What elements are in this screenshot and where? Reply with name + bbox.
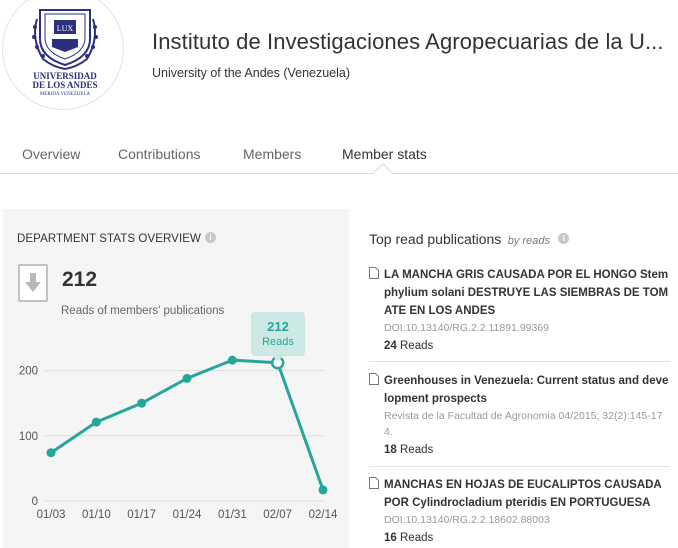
publication-item: Greenhouses in Venezuela: Current status…	[369, 372, 670, 459]
top-publications-panel: Top read publications by reads i LA MANC…	[360, 209, 678, 548]
document-icon	[369, 373, 379, 385]
data-point	[227, 355, 237, 365]
publication-reads: 18 Reads	[384, 441, 670, 459]
tab-members[interactable]: Members	[243, 146, 301, 162]
university-logo[interactable]: LUX UNIVERSIDAD DE LOS ANDES MERIDA VENE…	[2, 0, 124, 110]
publication-item: LA MANCHA GRIS CAUSADA POR EL HONGO Stem…	[369, 266, 670, 355]
document-icon	[369, 267, 379, 279]
publication-title[interactable]: LA MANCHA GRIS CAUSADA POR EL HONGO Stem…	[384, 266, 670, 320]
chart-tooltip: 212 Reads	[251, 312, 305, 362]
tab-contributions[interactable]: Contributions	[118, 146, 201, 162]
publications-heading: Top read publications by reads i	[369, 231, 570, 249]
y-tick-label: 200	[19, 366, 38, 378]
publication-reads: 16 Reads	[384, 529, 670, 547]
divider	[369, 361, 670, 362]
x-tick-label: 01/24	[173, 509, 202, 521]
y-tick-label: 0	[32, 496, 38, 508]
institution-subtitle[interactable]: University of the Andes (Venezuela)	[152, 66, 350, 80]
data-point	[318, 485, 328, 495]
publication-title[interactable]: Greenhouses in Venezuela: Current status…	[384, 372, 670, 408]
svg-text:LUX: LUX	[57, 24, 74, 33]
tab-member-stats[interactable]: Member stats	[342, 146, 427, 162]
publication-reads-count: 18	[384, 444, 397, 456]
x-tick-label: 01/31	[218, 509, 247, 521]
publication-meta: Revista de la Facultad de Agronomia 04/2…	[384, 410, 663, 438]
publication-reads-label: Reads	[400, 444, 434, 456]
publication-reads-label: Reads	[400, 340, 434, 352]
publication-reads-label: Reads	[400, 532, 434, 544]
tooltip-label: Reads	[262, 336, 294, 348]
y-tick-label: 100	[19, 431, 38, 443]
x-tick-label: 02/14	[309, 509, 338, 521]
data-point	[137, 398, 147, 408]
publication-item: MANCHAS EN HOJAS DE EUCALIPTOS CAUSADA P…	[369, 476, 670, 547]
x-tick-label: 01/17	[127, 509, 156, 521]
info-icon[interactable]: i	[558, 233, 570, 245]
tooltip-value: 212	[267, 319, 289, 334]
tab-overview[interactable]: Overview	[22, 146, 80, 162]
tab-bar: Overview Contributions Members Member st…	[0, 138, 678, 174]
publications-sort-label: by reads	[507, 235, 550, 247]
publication-title[interactable]: MANCHAS EN HOJAS DE EUCALIPTOS CAUSADA P…	[384, 476, 670, 512]
x-tick-label: 02/07	[263, 509, 292, 521]
publication-reads-count: 16	[384, 532, 397, 544]
institution-header: LUX UNIVERSIDAD DE LOS ANDES MERIDA VENE…	[0, 0, 678, 120]
publication-meta: DOI:10.13140/RG.2.2.11891.99369	[384, 322, 550, 334]
institution-title: Instituto de Investigaciones Agropecuari…	[152, 29, 664, 54]
document-icon	[369, 477, 379, 489]
x-tick-label: 01/03	[37, 509, 66, 521]
data-point	[182, 373, 192, 383]
publications-heading-text: Top read publications	[369, 231, 502, 247]
data-point	[46, 448, 56, 458]
publication-reads-count: 24	[384, 340, 397, 352]
svg-text:DE LOS ANDES: DE LOS ANDES	[32, 80, 97, 90]
data-point	[91, 417, 101, 427]
publication-meta: DOI:10.13140/RG.2.2.18602.88003	[384, 514, 550, 526]
reads-line-chart: 0 100 200 01/03 01/10 01/17 01/24 01/31 02/07 02/…	[19, 355, 338, 521]
svg-text:MERIDA VENEZUELA: MERIDA VENEZUELA	[40, 92, 91, 97]
divider	[369, 466, 670, 467]
department-stats-panel: DEPARTMENT STATS OVERVIEW i 212 Reads of …	[3, 209, 349, 548]
publication-reads: 24 Reads	[384, 337, 670, 355]
x-tick-label: 01/10	[82, 509, 111, 521]
